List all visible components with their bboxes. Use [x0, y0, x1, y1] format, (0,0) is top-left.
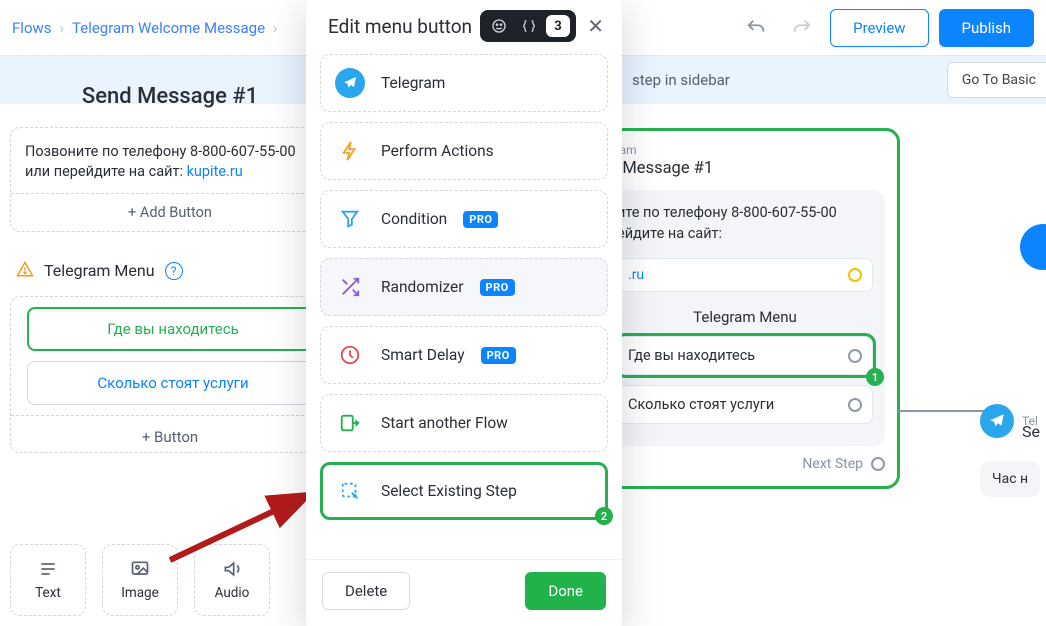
option-label: Start another Flow [381, 414, 508, 432]
done-button[interactable]: Done [525, 572, 606, 610]
editor-panel: Send Message #1 Позвоните по телефону 8-… [0, 56, 340, 463]
breadcrumb: Flows › Telegram Welcome Message › [12, 19, 278, 37]
edit-menu-button-modal: Edit menu button ✕ 3 Telegram Pe [306, 0, 622, 626]
media-label-image: Image [121, 585, 159, 601]
annotation-badge-1: 1 [866, 368, 884, 386]
option-label: Condition [381, 210, 447, 228]
modal-header: Edit menu button ✕ 3 [306, 0, 622, 48]
add-button-row[interactable]: + Add Button [11, 193, 329, 231]
node-next-step[interactable]: Next Step [605, 456, 885, 472]
option-label: Telegram [381, 74, 445, 92]
message-link[interactable]: kupite.ru [187, 163, 243, 180]
message-block[interactable]: Позвоните по телефону 8-800-607-55-00 ил… [10, 127, 330, 232]
telegram-menu-header: Telegram Menu ? [16, 260, 330, 282]
option-smart-delay[interactable]: Smart Delay PRO [320, 326, 608, 384]
redo-button[interactable] [784, 10, 820, 46]
pro-badge: PRO [463, 211, 498, 228]
option-label: Smart Delay [381, 346, 465, 364]
message-text[interactable]: Позвоните по телефону 8-800-607-55-00 ил… [11, 128, 329, 193]
node-card-text: ите по телефону 8-800-607-55-00 ейдите н… [617, 202, 873, 244]
publish-button[interactable]: Publish [939, 9, 1034, 47]
media-label-text: Text [35, 585, 61, 601]
option-start-another-flow[interactable]: Start another Flow [320, 394, 608, 452]
option-telegram[interactable]: Telegram [320, 54, 608, 112]
node-link-row[interactable]: .ru [617, 258, 873, 292]
node-title: Send Message #1 [10, 70, 330, 127]
output-port-icon[interactable] [871, 457, 885, 471]
menu-item-location[interactable]: Где вы находитесь [27, 307, 319, 351]
braces-icon[interactable] [516, 14, 542, 38]
warning-icon [16, 260, 34, 282]
shuffle-icon [335, 272, 365, 302]
variable-count: 3 [546, 15, 570, 37]
node-menu-item-label: Где вы находитесь [628, 347, 755, 364]
option-label: Randomizer [381, 278, 464, 296]
media-toolbar: Text Image Audio [10, 544, 270, 616]
canvas-node-downstream[interactable]: Tel Se Час н [980, 404, 1040, 497]
telegram-icon [335, 68, 365, 98]
option-label: Perform Actions [381, 142, 494, 160]
option-condition[interactable]: Condition PRO [320, 190, 608, 248]
message-text-content: Позвоните по телефону 8-800-607-55-00 ил… [25, 143, 296, 180]
output-port-icon[interactable] [848, 349, 862, 363]
select-icon [335, 476, 365, 506]
modal-title: Edit menu button [328, 15, 472, 38]
node-card-title: d Message #1 [609, 159, 885, 178]
annotation-badge-2: 2 [595, 507, 613, 525]
menu-add-button[interactable]: + Button [11, 415, 329, 452]
node-link-text: .ru [628, 267, 644, 283]
chevron-right-icon: › [60, 19, 65, 37]
output-port-icon[interactable] [848, 268, 862, 282]
preview-button[interactable]: Preview [830, 9, 928, 47]
option-randomizer[interactable]: Randomizer PRO [320, 258, 608, 316]
option-select-existing-step[interactable]: Select Existing Step 2 [320, 462, 608, 520]
telegram-icon [980, 404, 1014, 438]
node-menu-title: Telegram Menu [617, 308, 873, 326]
bolt-icon [335, 136, 365, 166]
pro-badge: PRO [480, 279, 515, 296]
node-kind-label: gram [609, 143, 885, 157]
telegram-menu-label: Telegram Menu [44, 261, 155, 280]
node-menu-item-location[interactable]: Где вы находитесь 1 [617, 336, 873, 375]
help-icon[interactable]: ? [165, 262, 183, 280]
add-image-tile[interactable]: Image [102, 544, 178, 616]
delete-button[interactable]: Delete [322, 572, 410, 610]
emoji-icon[interactable] [486, 14, 512, 38]
modal-footer: Delete Done [306, 559, 622, 626]
add-audio-tile[interactable]: Audio [194, 544, 270, 616]
chevron-right-icon: › [273, 19, 278, 37]
breadcrumb-flows[interactable]: Flows [12, 19, 52, 37]
telegram-menu-block: Где вы находитесь Сколько стоят услуги +… [10, 296, 330, 453]
output-port-icon[interactable] [848, 398, 862, 412]
floating-action-button[interactable] [1020, 224, 1046, 270]
clock-icon [335, 340, 365, 370]
image-icon [127, 559, 153, 579]
media-label-audio: Audio [215, 585, 250, 601]
next-step-label: Next Step [802, 456, 863, 472]
text-icon [35, 559, 61, 579]
modal-options-list[interactable]: Telegram Perform Actions Condition PRO R… [306, 48, 622, 559]
funnel-icon [335, 204, 365, 234]
node-card-body: ите по телефону 8-800-607-55-00 ейдите н… [605, 190, 885, 446]
close-icon[interactable]: ✕ [587, 14, 604, 38]
canvas-node-send-message[interactable]: gram d Message #1 ите по телефону 8-800-… [590, 128, 900, 489]
option-perform-actions[interactable]: Perform Actions [320, 122, 608, 180]
variable-counter-pill[interactable]: 3 [480, 10, 576, 42]
go-to-basic-button[interactable]: Go To Basic [947, 62, 1046, 98]
undo-button[interactable] [738, 10, 774, 46]
exit-icon [335, 408, 365, 438]
mini-title: Se [1022, 422, 1040, 441]
add-text-tile[interactable]: Text [10, 544, 86, 616]
sidebar-hint: step in sidebar [632, 71, 730, 89]
audio-icon [219, 559, 245, 579]
mini-snippet: Час н [980, 461, 1040, 497]
node-menu-item-pricing[interactable]: Сколько стоят услуги [617, 385, 873, 424]
breadcrumb-flow-name[interactable]: Telegram Welcome Message [72, 19, 265, 37]
node-menu-item-label: Сколько стоят услуги [628, 396, 774, 413]
option-label: Select Existing Step [381, 482, 517, 500]
pro-badge: PRO [481, 347, 516, 364]
menu-item-pricing[interactable]: Сколько стоят услуги [27, 361, 319, 405]
